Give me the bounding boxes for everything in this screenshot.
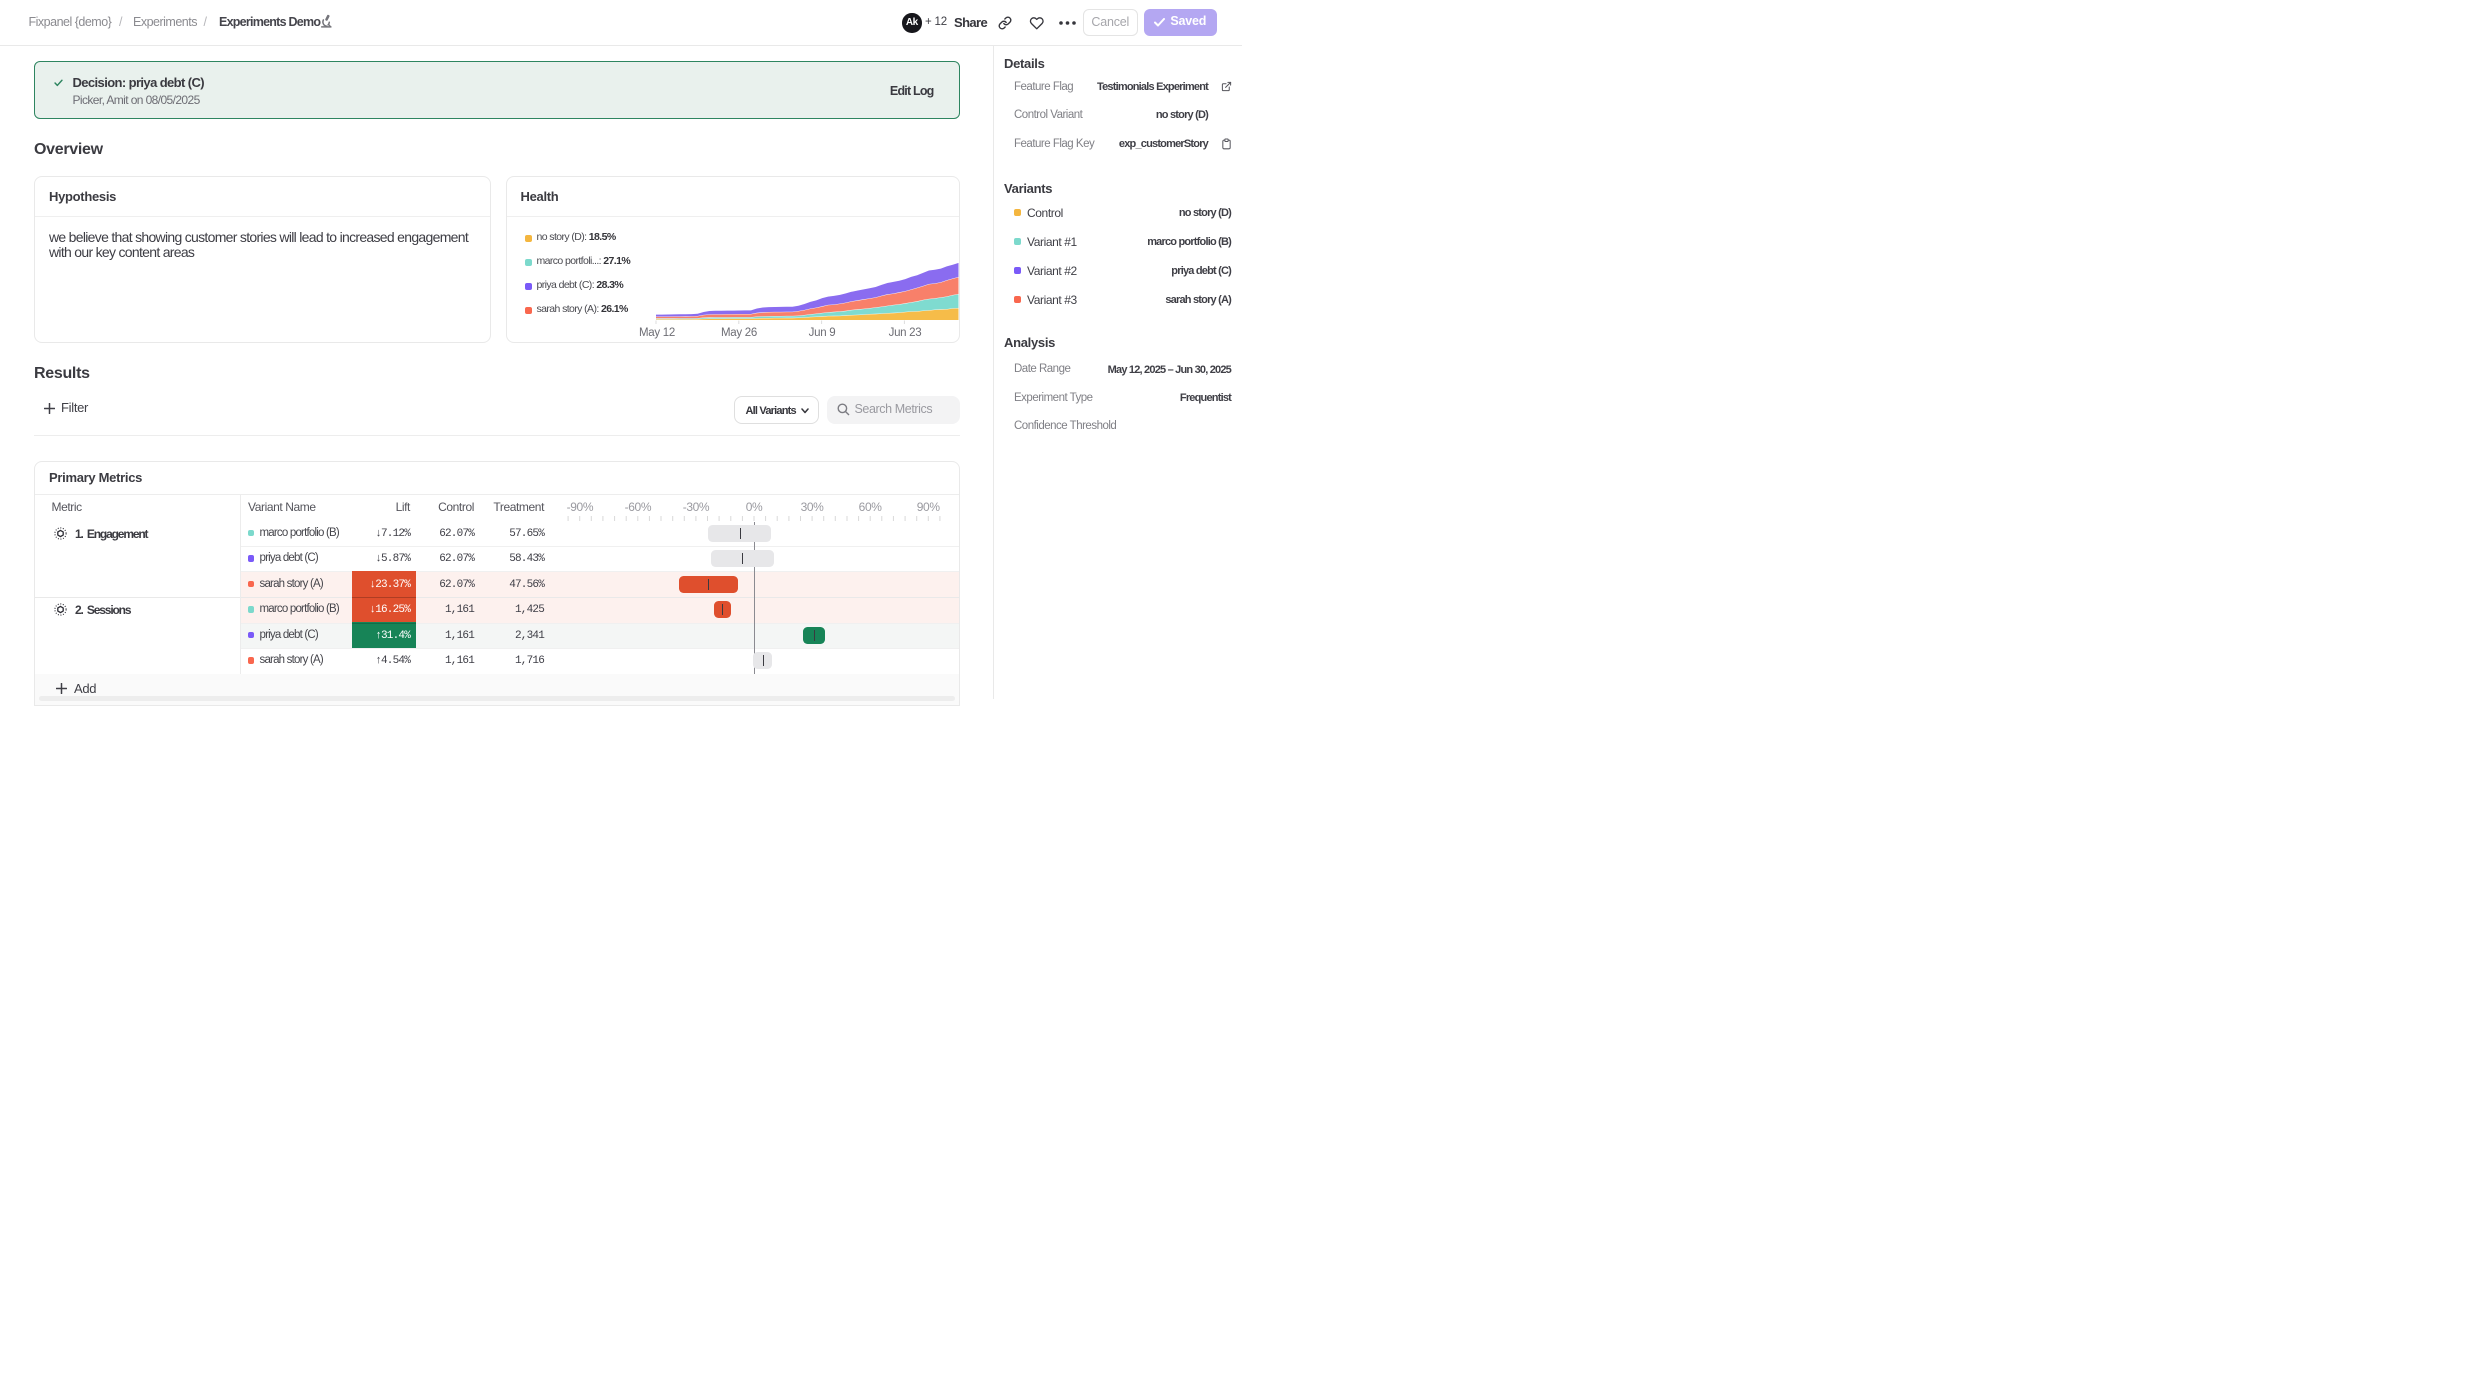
svg-text:May 26: May 26 xyxy=(721,327,757,339)
svg-text:May 12: May 12 xyxy=(639,327,675,339)
svg-text:Jun 9: Jun 9 xyxy=(808,327,835,339)
svg-text:Jun 23: Jun 23 xyxy=(888,327,921,339)
